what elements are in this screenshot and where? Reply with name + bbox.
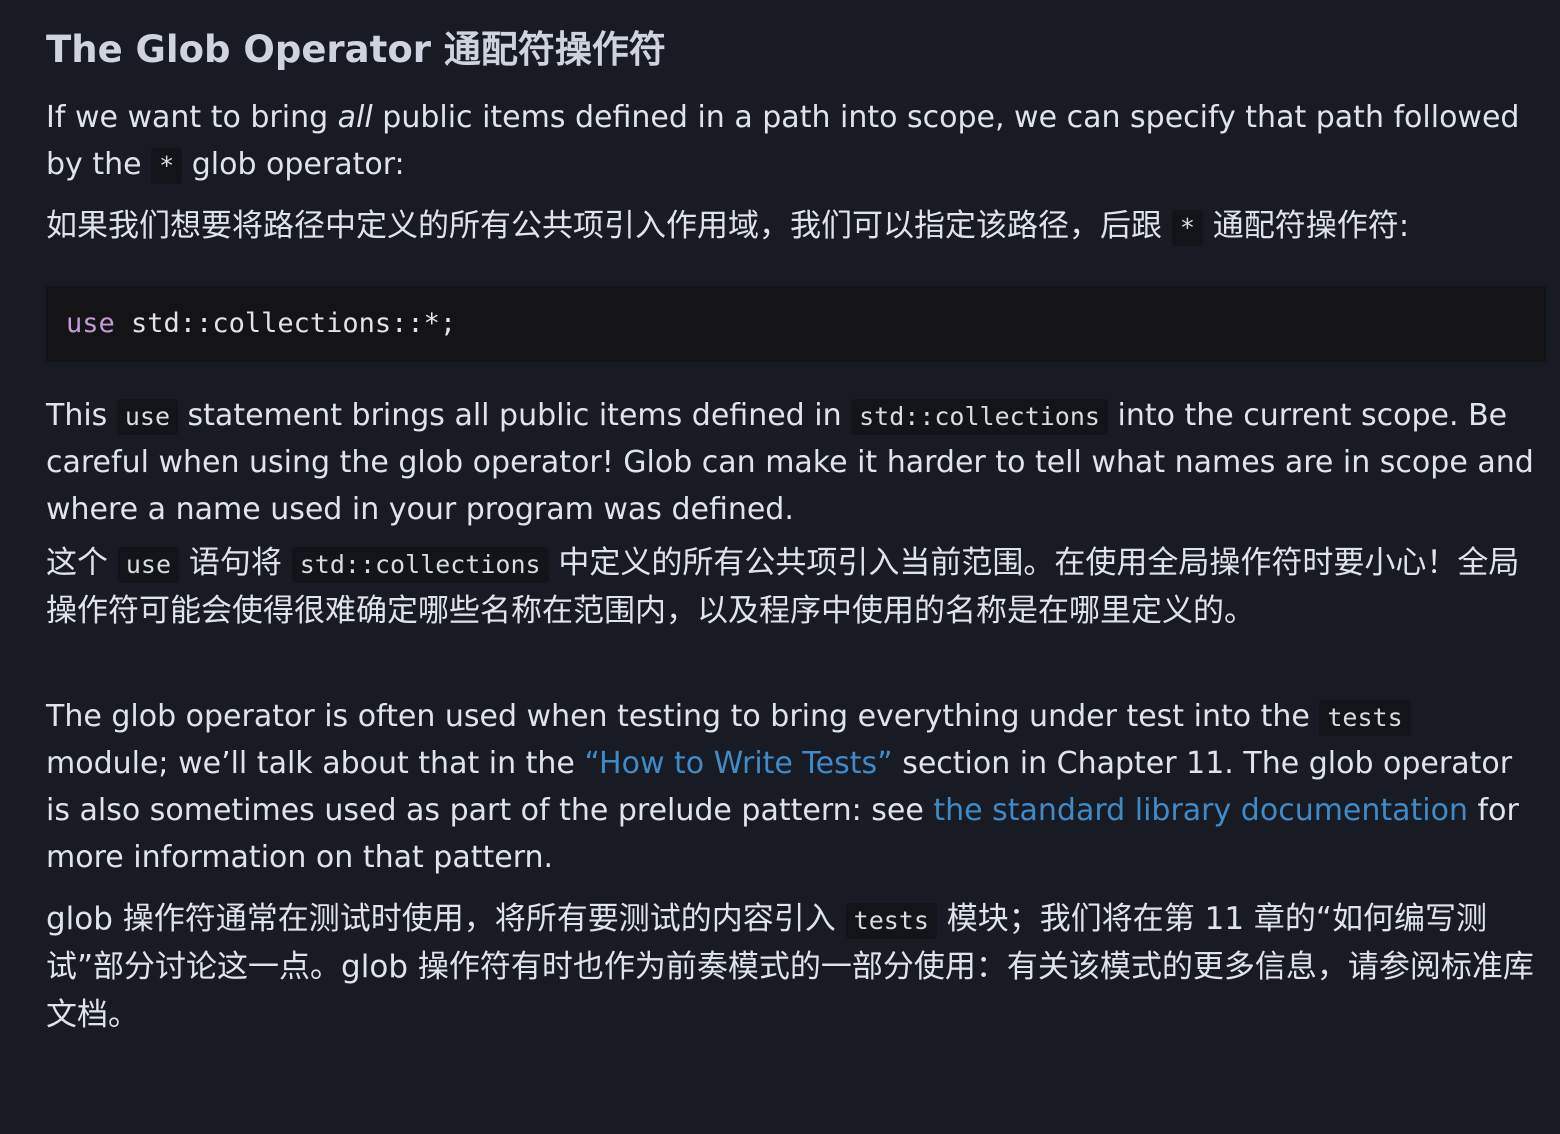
inline-code: tests [1319,700,1411,736]
section-heading: The Glob Operator 通配符操作符 [46,28,666,71]
inline-code: use [117,547,180,583]
paragraph-glob-intro: If we want to bring all public items def… [46,94,1536,188]
paragraph-glob-intro-cn: 如果我们想要将路径中定义的所有公共项引入作用域，我们可以指定该路径，后跟 * 通… [46,202,1536,250]
text: 语句将 [179,545,292,581]
code-text: std::collections::*; [114,308,457,339]
code-keyword: use [66,308,115,339]
paragraph-tests-usage-cn: glob 操作符通常在测试时使用，将所有要测试的内容引入 tests 模块；我们… [46,895,1536,1039]
inline-code: std::collections [291,547,549,583]
inline-code: use [116,399,178,435]
link-standard-library-docs[interactable]: the standard library documentation [933,793,1468,828]
inline-code: tests [845,903,937,939]
text: statement brings all public items define… [178,398,852,433]
emphasis-text: all [337,100,373,135]
inline-code: * [1171,210,1203,246]
paragraph-use-statement: This use statement brings all public ite… [46,392,1536,533]
code-block: use std::collections::*; [46,286,1546,362]
text: glob operator: [182,147,405,182]
text: 如果我们想要将路径中定义的所有公共项引入作用域，我们可以指定该路径，后跟 [46,208,1172,244]
link-how-to-write-tests[interactable]: “How to Write Tests” [584,746,892,781]
code-line: use std::collections::*; [66,306,1526,342]
text: If we want to bring [46,100,338,135]
inline-code: * [151,148,183,184]
text: glob 操作符通常在测试时使用，将所有要测试的内容引入 [46,901,846,937]
text: module; we’ll talk about that in the [46,746,585,781]
paragraph-tests-usage: The glob operator is often used when tes… [46,693,1536,881]
paragraph-use-statement-cn: 这个 use 语句将 std::collections 中定义的所有公共项引入当… [46,539,1536,635]
text: This [46,398,117,433]
inline-code: std::collections [851,399,1108,435]
document-page: The Glob Operator 通配符操作符 If we want to b… [0,0,1560,1134]
text: 通配符操作符: [1202,208,1410,244]
text: The glob operator is often used when tes… [46,699,1320,734]
text: 这个 [46,545,118,581]
